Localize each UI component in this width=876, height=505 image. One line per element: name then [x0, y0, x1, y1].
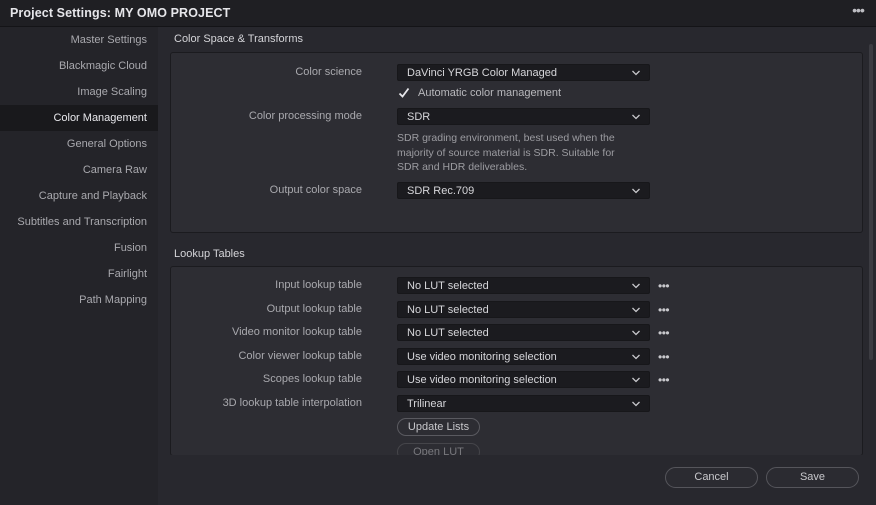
save-button[interactable]: Save — [766, 467, 859, 488]
color-processing-mode-dropdown[interactable]: SDR — [397, 108, 650, 125]
color-viewer-lut-label: Color viewer lookup table — [238, 350, 362, 362]
lut-interpolation-value: Trilinear — [407, 398, 447, 410]
cancel-button[interactable]: Cancel — [665, 467, 758, 488]
scopes-lut-label: Scopes lookup table — [262, 373, 362, 385]
sidebar-item-fusion[interactable]: Fusion — [114, 235, 147, 261]
color-science-value: DaVinci YRGB Color Managed — [407, 67, 558, 79]
scopes-lut-value: Use video monitoring selection — [407, 374, 557, 386]
color-space-panel: Color science DaVinci YRGB Color Managed… — [170, 52, 863, 233]
window-title: Project Settings: MY OMO PROJECT — [10, 6, 231, 20]
settings-sidebar: Master Settings Blackmagic Cloud Image S… — [0, 27, 158, 505]
chevron-down-icon — [632, 354, 640, 360]
output-color-space-value: SDR Rec.709 — [407, 185, 475, 197]
output-lut-more-icon[interactable]: ••• — [658, 304, 676, 316]
lut-interpolation-dropdown[interactable]: Trilinear — [397, 395, 650, 412]
output-color-space-dropdown[interactable]: SDR Rec.709 — [397, 182, 650, 199]
title-bar: Project Settings: MY OMO PROJECT ••• — [0, 0, 876, 27]
scopes-lut-more-icon[interactable]: ••• — [658, 374, 676, 386]
sidebar-item-subtitles-and-transcription[interactable]: Subtitles and Transcription — [17, 209, 147, 235]
input-lut-more-icon[interactable]: ••• — [658, 280, 676, 292]
color-space-section-title: Color Space & Transforms — [174, 33, 303, 45]
sidebar-item-fairlight[interactable]: Fairlight — [108, 261, 147, 287]
scopes-lut-dropdown[interactable]: Use video monitoring selection — [397, 371, 650, 388]
chevron-down-icon — [632, 188, 640, 194]
auto-color-management-checkbox[interactable] — [397, 86, 411, 100]
sidebar-item-master-settings[interactable]: Master Settings — [71, 27, 147, 53]
lookup-tables-panel: Input lookup table No LUT selected ••• O… — [170, 266, 863, 456]
color-viewer-lut-value: Use video monitoring selection — [407, 351, 557, 363]
input-lut-dropdown[interactable]: No LUT selected — [397, 277, 650, 294]
video-monitor-lut-dropdown[interactable]: No LUT selected — [397, 324, 650, 341]
chevron-down-icon — [632, 307, 640, 313]
ellipsis-icon[interactable]: ••• — [848, 3, 868, 20]
chevron-down-icon — [632, 377, 640, 383]
dialog-footer: Cancel Save — [158, 455, 876, 505]
sidebar-item-image-scaling[interactable]: Image Scaling — [77, 79, 147, 105]
video-monitor-lut-more-icon[interactable]: ••• — [658, 327, 676, 339]
sidebar-item-path-mapping[interactable]: Path Mapping — [79, 287, 147, 313]
vertical-scrollbar[interactable] — [869, 44, 873, 360]
chevron-down-icon — [632, 330, 640, 336]
video-monitor-lut-value: No LUT selected — [407, 327, 489, 339]
settings-content: Color Space & Transforms Color science D… — [158, 27, 876, 505]
sidebar-item-camera-raw[interactable]: Camera Raw — [83, 157, 147, 183]
chevron-down-icon — [632, 70, 640, 76]
sidebar-item-color-management[interactable]: Color Management — [0, 105, 158, 131]
input-lut-value: No LUT selected — [407, 280, 489, 292]
sidebar-item-blackmagic-cloud[interactable]: Blackmagic Cloud — [59, 53, 147, 79]
chevron-down-icon — [632, 401, 640, 407]
output-lut-dropdown[interactable]: No LUT selected — [397, 301, 650, 318]
color-processing-mode-description: SDR grading environment, best used when … — [397, 132, 615, 173]
output-color-space-label: Output color space — [269, 184, 362, 196]
output-lut-label: Output lookup table — [266, 303, 362, 315]
color-science-label: Color science — [295, 66, 362, 78]
output-lut-value: No LUT selected — [407, 304, 489, 316]
color-processing-mode-value: SDR — [407, 111, 431, 123]
color-science-dropdown[interactable]: DaVinci YRGB Color Managed — [397, 64, 650, 81]
lookup-tables-section-title: Lookup Tables — [174, 248, 245, 260]
sidebar-item-capture-and-playback[interactable]: Capture and Playback — [39, 183, 147, 209]
video-monitor-lut-label: Video monitor lookup table — [231, 326, 362, 338]
input-lut-label: Input lookup table — [275, 279, 362, 291]
chevron-down-icon — [632, 283, 640, 289]
color-processing-mode-label: Color processing mode — [248, 110, 362, 122]
auto-color-management-label: Automatic color management — [418, 87, 562, 99]
color-viewer-lut-dropdown[interactable]: Use video monitoring selection — [397, 348, 650, 365]
chevron-down-icon — [632, 114, 640, 120]
sidebar-item-general-options[interactable]: General Options — [67, 131, 147, 157]
lut-interpolation-label: 3D lookup table interpolation — [222, 397, 362, 409]
color-viewer-lut-more-icon[interactable]: ••• — [658, 351, 676, 363]
update-lists-button[interactable]: Update Lists — [397, 418, 480, 436]
